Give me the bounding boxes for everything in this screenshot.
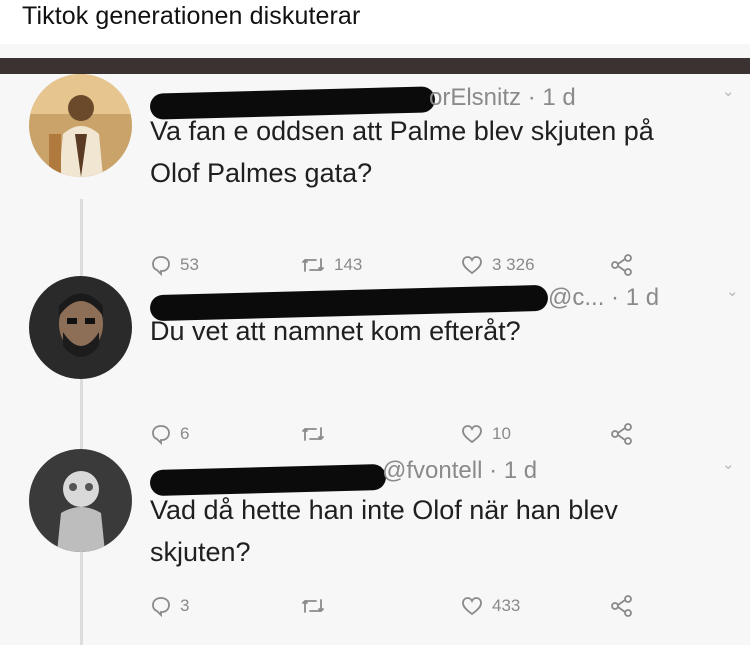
tweet-text: Vad då hette han inte Olof när han blev …	[150, 495, 618, 567]
like-button[interactable]: 3 326	[460, 254, 535, 276]
retweet-button[interactable]: 143	[300, 254, 362, 276]
reply-icon	[150, 254, 172, 276]
like-count: 3 326	[492, 255, 535, 274]
post-caption: Tiktok generationen diskuterar	[22, 2, 361, 30]
reply-count: 3	[180, 596, 190, 615]
reply-count: 6	[180, 424, 190, 443]
tweet-actions: 53 143 3 326	[150, 254, 710, 284]
reply-button[interactable]: 3	[150, 595, 189, 617]
tweet-text: Du vet att namnet kom efteråt?	[150, 316, 521, 346]
like-count: 433	[492, 596, 521, 615]
reply-icon	[150, 423, 172, 445]
share-button[interactable]	[610, 254, 634, 276]
reply-button[interactable]: 6	[150, 423, 189, 445]
like-button[interactable]: 10	[460, 423, 511, 445]
chevron-down-icon[interactable]: ⌄	[726, 282, 739, 300]
like-count: 10	[492, 424, 511, 443]
heart-icon	[460, 595, 484, 617]
retweet-count: 143	[334, 255, 363, 274]
reply-count: 53	[180, 255, 199, 274]
retweet-button[interactable]	[300, 423, 334, 445]
tweet-handle[interactable]: orElsnitz · 1 d	[429, 84, 576, 112]
chevron-down-icon[interactable]: ⌄	[722, 455, 735, 473]
share-button[interactable]	[610, 595, 634, 617]
thread-line	[80, 199, 83, 645]
share-icon	[610, 254, 634, 276]
screenshot-photo: orElsnitz · 1 d ⌄ Va fan e oddsen att Pa…	[0, 44, 750, 645]
tweet-actions: 6 10	[150, 423, 710, 453]
retweet-button[interactable]	[300, 595, 334, 617]
share-button[interactable]	[610, 423, 634, 445]
tweet-handle[interactable]: @fvontell · 1 d	[382, 457, 537, 485]
heart-icon	[460, 423, 484, 445]
retweet-icon	[300, 595, 326, 617]
avatar[interactable]	[29, 74, 132, 177]
tweet-text: Va fan e oddsen att Palme blev skjuten p…	[150, 116, 654, 188]
reply-button[interactable]: 53	[150, 254, 199, 276]
share-icon	[610, 423, 634, 445]
heart-icon	[460, 254, 484, 276]
like-button[interactable]: 433	[460, 595, 520, 617]
tweet-actions: 3 433	[150, 595, 710, 625]
avatar[interactable]	[29, 449, 132, 552]
reply-icon	[150, 595, 172, 617]
share-icon	[610, 595, 634, 617]
chevron-down-icon[interactable]: ⌄	[722, 82, 735, 100]
retweet-icon	[300, 423, 326, 445]
retweet-icon	[300, 254, 326, 276]
avatar[interactable]	[29, 276, 132, 379]
top-bar	[0, 58, 750, 74]
tweet-handle[interactable]: @c... · 1 d	[548, 284, 659, 312]
